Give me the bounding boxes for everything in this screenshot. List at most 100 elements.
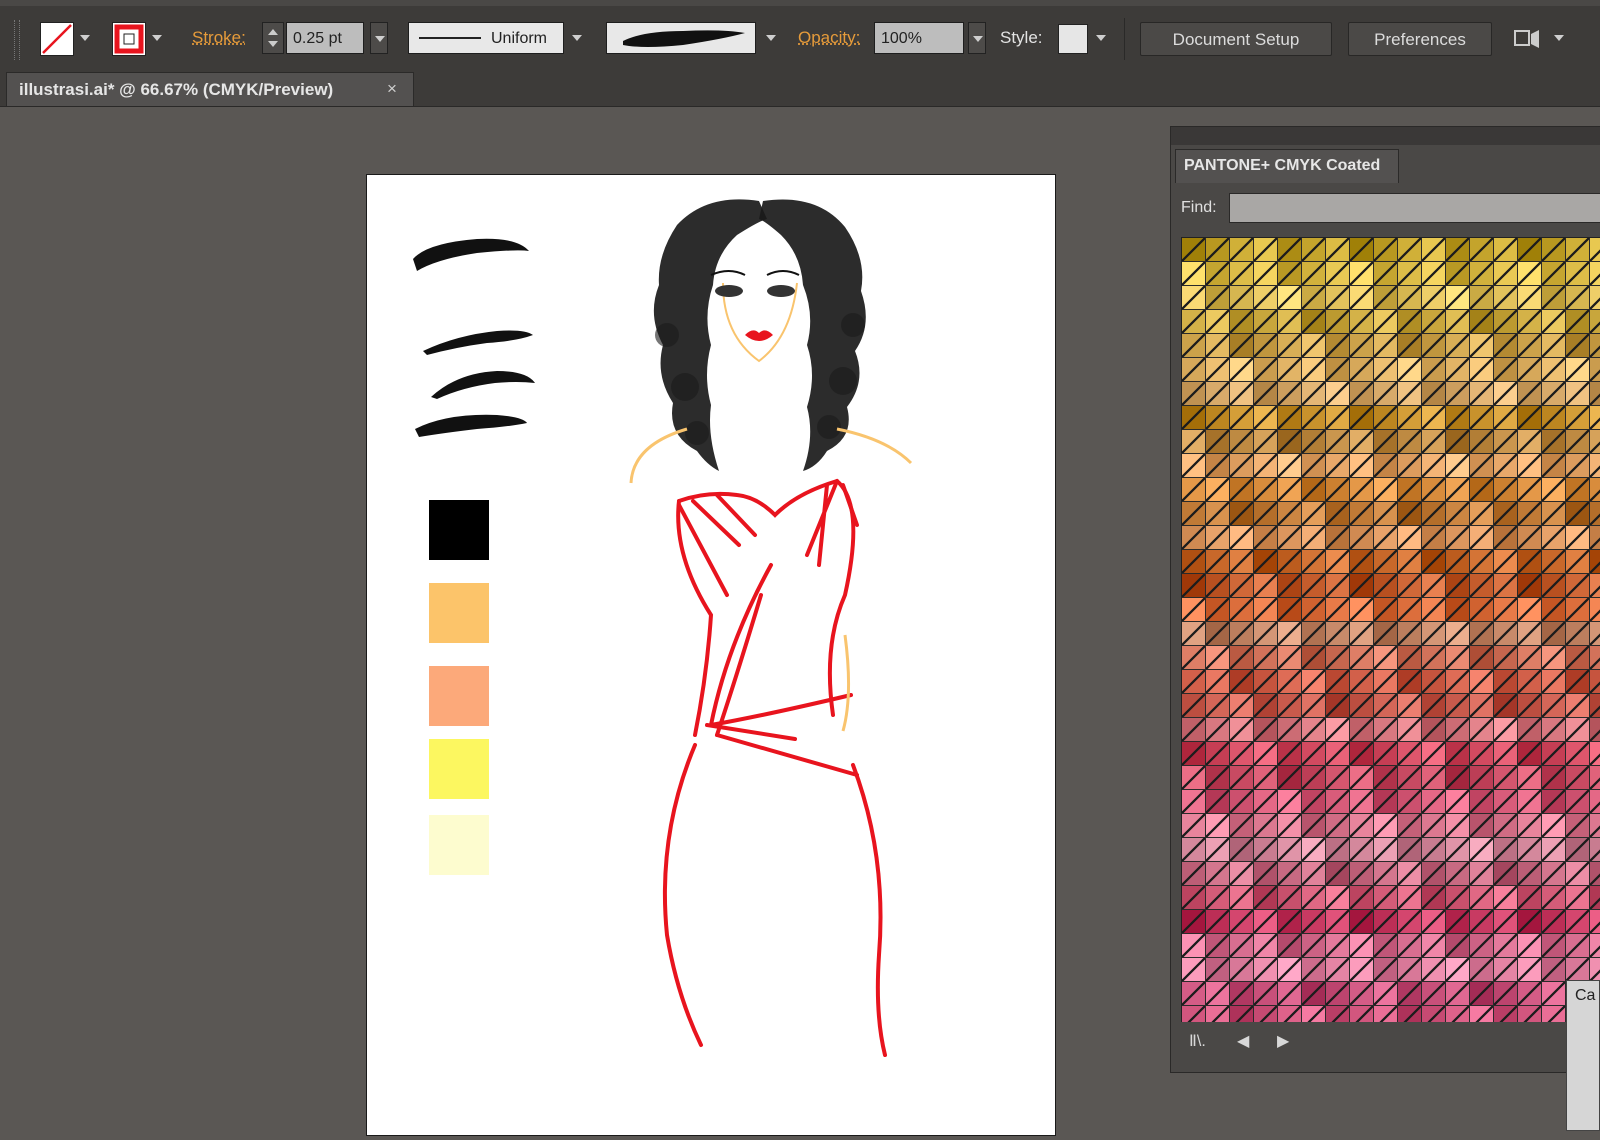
swatch-cell[interactable] [1326,718,1350,742]
swatch-cell[interactable] [1446,622,1470,646]
swatch-cell[interactable] [1230,934,1254,958]
swatch-cell[interactable] [1302,982,1326,1006]
swatch-cell[interactable] [1182,670,1206,694]
swatch-cell[interactable] [1374,286,1398,310]
swatch-cell[interactable] [1374,886,1398,910]
swatch-cell[interactable] [1446,646,1470,670]
swatch-cell[interactable] [1518,262,1542,286]
swatch-cell[interactable] [1398,646,1422,670]
swatch-cell[interactable] [1230,910,1254,934]
swatch-cell[interactable] [1422,382,1446,406]
swatch-cell[interactable] [1590,526,1600,550]
swatch-cell[interactable] [1350,958,1374,982]
swatch-cell[interactable] [1590,286,1600,310]
swatch-cell[interactable] [1542,526,1566,550]
style-dropdown[interactable] [1092,22,1110,54]
swatch-cell[interactable] [1398,838,1422,862]
swatch-cell[interactable] [1446,358,1470,382]
swatch-cell[interactable] [1230,718,1254,742]
swatch-cell[interactable] [1494,550,1518,574]
swatch-cell[interactable] [1374,478,1398,502]
swatch-cell[interactable] [1182,598,1206,622]
swatch-cell[interactable] [1398,790,1422,814]
swatch-cell[interactable] [1206,310,1230,334]
swatch-cell[interactable] [1206,382,1230,406]
swatch-cell[interactable] [1470,406,1494,430]
swatch-cell[interactable] [1542,910,1566,934]
swatch-cell[interactable] [1542,982,1566,1006]
swatch-cell[interactable] [1542,1006,1566,1022]
swatch-cell[interactable] [1446,934,1470,958]
swatch-cell[interactable] [1494,598,1518,622]
swatch-cell[interactable] [1278,478,1302,502]
swatch-cell[interactable] [1182,838,1206,862]
swatch-cell[interactable] [1446,550,1470,574]
swatch-cell[interactable] [1350,526,1374,550]
swatch-cell[interactable] [1302,622,1326,646]
swatch-cell[interactable] [1470,694,1494,718]
swatch-cell[interactable] [1182,310,1206,334]
swatch-cell[interactable] [1254,838,1278,862]
swatch-cell[interactable] [1302,238,1326,262]
swatch-cell[interactable] [1350,1006,1374,1022]
swatch-cell[interactable] [1398,862,1422,886]
swatch-cell[interactable] [1566,814,1590,838]
swatch-cell[interactable] [1446,262,1470,286]
swatch-cell[interactable] [1494,502,1518,526]
swatch-cell[interactable] [1326,886,1350,910]
swatch-cell[interactable] [1542,886,1566,910]
swatch-cell[interactable] [1446,238,1470,262]
swatch-cell[interactable] [1230,478,1254,502]
swatch-cell[interactable] [1350,478,1374,502]
swatch-cell[interactable] [1566,262,1590,286]
swatch-cell[interactable] [1422,238,1446,262]
stroke-color-dropdown[interactable] [148,22,166,54]
swatch-cell[interactable] [1230,574,1254,598]
swatch-cell[interactable] [1230,622,1254,646]
swatch-cell[interactable] [1254,958,1278,982]
swatch-cell[interactable] [1302,910,1326,934]
swatch-cell[interactable] [1590,934,1600,958]
previous-library-icon[interactable]: ◀ [1237,1031,1249,1051]
swatch-cell[interactable] [1350,934,1374,958]
swatch-cell[interactable] [1374,238,1398,262]
swatch-cell[interactable] [1326,694,1350,718]
swatch-cell[interactable] [1326,478,1350,502]
swatch-cell[interactable] [1542,406,1566,430]
swatch-cell[interactable] [1278,286,1302,310]
swatch-cell[interactable] [1374,670,1398,694]
swatch-cell[interactable] [1278,382,1302,406]
swatch-cell[interactable] [1566,718,1590,742]
swatch-cell[interactable] [1398,454,1422,478]
swatch-cell[interactable] [1302,526,1326,550]
swatch-cell[interactable] [1206,262,1230,286]
swatch-cell[interactable] [1590,334,1600,358]
swatch-libraries-menu-icon[interactable]: Ⅱ\. [1189,1031,1206,1051]
swatch-cell[interactable] [1542,286,1566,310]
swatch-cell[interactable] [1254,670,1278,694]
swatch-cell[interactable] [1206,670,1230,694]
swatch-cell[interactable] [1350,838,1374,862]
swatch-cell[interactable] [1566,622,1590,646]
swatch-cell[interactable] [1278,982,1302,1006]
swatch-cell[interactable] [1206,526,1230,550]
swatch-cell[interactable] [1566,550,1590,574]
swatch-cell[interactable] [1278,910,1302,934]
swatch-cell[interactable] [1590,502,1600,526]
swatch-cell[interactable] [1350,358,1374,382]
collapsed-panel[interactable]: Ca [1566,980,1600,1131]
swatch-cell[interactable] [1590,718,1600,742]
swatch-cell[interactable] [1302,838,1326,862]
swatch-cell[interactable] [1206,646,1230,670]
swatch-cell[interactable] [1230,814,1254,838]
swatch-cell[interactable] [1230,646,1254,670]
swatch-cell[interactable] [1470,502,1494,526]
swatch-cell[interactable] [1494,742,1518,766]
swatch-cell[interactable] [1230,742,1254,766]
swatch-cell[interactable] [1422,790,1446,814]
swatch-cell[interactable] [1590,406,1600,430]
swatch-cell[interactable] [1542,790,1566,814]
swatch-cell[interactable] [1278,838,1302,862]
swatch-cell[interactable] [1302,334,1326,358]
swatch-cell[interactable] [1302,358,1326,382]
